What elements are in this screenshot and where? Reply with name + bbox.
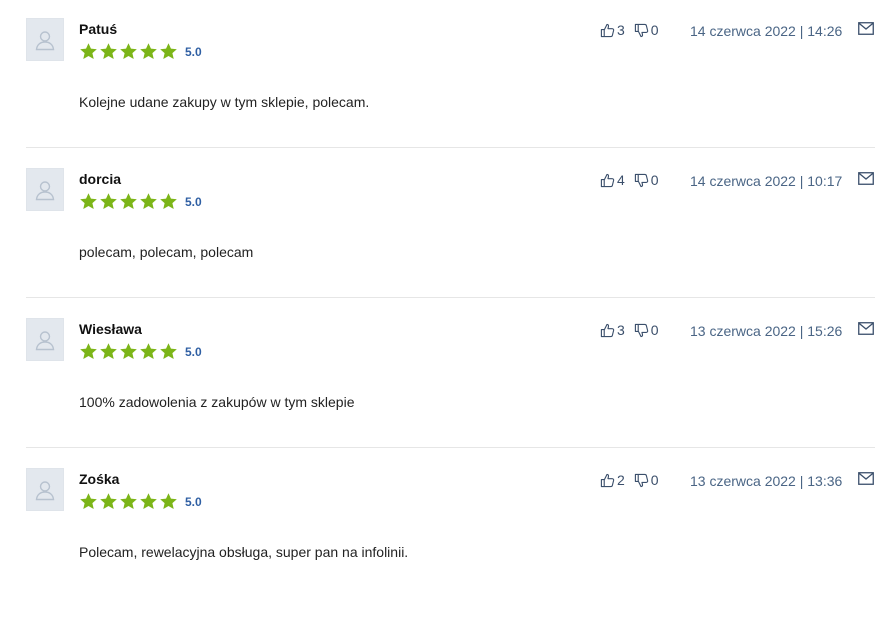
like-count: 3 — [617, 22, 625, 38]
star-icon — [160, 193, 177, 210]
divider — [26, 147, 875, 148]
star-icon — [140, 343, 157, 360]
votes: 4 0 — [600, 172, 659, 188]
thumbs-up-icon — [600, 473, 615, 487]
star-icon — [120, 193, 137, 210]
thumbs-down-icon — [634, 473, 649, 487]
mail-button[interactable] — [858, 322, 874, 335]
review-text: 100% zadowolenia z zakupów w tym sklepie — [79, 394, 355, 410]
like-count: 2 — [617, 472, 625, 488]
envelope-icon — [858, 472, 874, 485]
like-button[interactable]: 3 — [600, 22, 625, 38]
like-count: 4 — [617, 172, 625, 188]
envelope-icon — [858, 172, 874, 185]
thumbs-down-icon — [634, 173, 649, 187]
avatar — [26, 468, 64, 511]
divider — [26, 297, 875, 298]
like-button[interactable]: 3 — [600, 322, 625, 338]
review-date: 13 czerwca 2022 | 15:26 — [690, 323, 843, 339]
star-icon — [120, 43, 137, 60]
review-item: Zośka 5.0 2 0 13 czerwca 2022 | 13:36 Po… — [26, 468, 875, 618]
divider — [26, 447, 875, 448]
avatar — [26, 168, 64, 211]
review-author: Wiesława — [79, 321, 142, 337]
rating-value: 5.0 — [185, 44, 202, 59]
star-icon — [160, 493, 177, 510]
rating-stars: 5.0 — [79, 342, 202, 361]
user-silhouette-icon — [35, 480, 55, 500]
dislike-count: 0 — [650, 172, 659, 188]
star-icon — [80, 493, 97, 510]
star-icon — [140, 193, 157, 210]
review-text: polecam, polecam, polecam — [79, 244, 254, 260]
like-button[interactable]: 4 — [600, 172, 625, 188]
thumbs-up-icon — [600, 23, 615, 37]
review-author: Zośka — [79, 471, 120, 487]
review-item: Patuś 5.0 3 0 14 czerwca 2022 | 14:26 Ko… — [26, 18, 875, 168]
review-author: dorcia — [79, 171, 122, 187]
star-icon — [120, 493, 137, 510]
votes: 3 0 — [600, 22, 659, 38]
mail-button[interactable] — [858, 172, 874, 185]
rating-value: 5.0 — [185, 194, 202, 209]
envelope-icon — [858, 322, 874, 335]
envelope-icon — [858, 22, 874, 35]
dislike-count: 0 — [650, 22, 659, 38]
dislike-count: 0 — [650, 322, 659, 338]
star-icon — [80, 193, 97, 210]
review-text: Kolejne udane zakupy w tym sklepie, pole… — [79, 94, 370, 110]
mail-button[interactable] — [858, 472, 874, 485]
review-text: Polecam, rewelacyjna obsługa, super pan … — [79, 544, 409, 560]
like-count: 3 — [617, 322, 625, 338]
mail-button[interactable] — [858, 22, 874, 35]
user-silhouette-icon — [35, 330, 55, 350]
rating-value: 5.0 — [185, 344, 202, 359]
star-icon — [140, 493, 157, 510]
star-icon — [100, 343, 117, 360]
thumbs-up-icon — [600, 173, 615, 187]
thumbs-down-icon — [634, 23, 649, 37]
star-icon — [140, 43, 157, 60]
thumbs-up-icon — [600, 323, 615, 337]
avatar — [26, 318, 64, 361]
dislike-button[interactable]: 0 — [634, 172, 659, 188]
star-icon — [100, 43, 117, 60]
dislike-button[interactable]: 0 — [634, 322, 659, 338]
star-icon — [100, 193, 117, 210]
review-item: Wiesława 5.0 3 0 13 czerwca 2022 | 15:26… — [26, 318, 875, 468]
dislike-count: 0 — [650, 472, 659, 488]
votes: 2 0 — [600, 472, 659, 488]
star-icon — [100, 493, 117, 510]
dislike-button[interactable]: 0 — [634, 22, 659, 38]
rating-stars: 5.0 — [79, 42, 202, 61]
star-icon — [120, 343, 137, 360]
star-icon — [160, 43, 177, 60]
user-silhouette-icon — [35, 180, 55, 200]
thumbs-down-icon — [634, 323, 649, 337]
like-button[interactable]: 2 — [600, 472, 625, 488]
review-date: 14 czerwca 2022 | 10:17 — [690, 173, 843, 189]
avatar — [26, 18, 64, 61]
user-silhouette-icon — [35, 30, 55, 50]
review-date: 14 czerwca 2022 | 14:26 — [690, 23, 843, 39]
star-icon — [80, 43, 97, 60]
star-icon — [160, 343, 177, 360]
rating-stars: 5.0 — [79, 192, 202, 211]
votes: 3 0 — [600, 322, 659, 338]
rating-value: 5.0 — [185, 494, 202, 509]
review-date: 13 czerwca 2022 | 13:36 — [690, 473, 843, 489]
dislike-button[interactable]: 0 — [634, 472, 659, 488]
review-item: dorcia 5.0 4 0 14 czerwca 2022 | 10:17 p… — [26, 168, 875, 318]
rating-stars: 5.0 — [79, 492, 202, 511]
review-author: Patuś — [79, 21, 118, 37]
star-icon — [80, 343, 97, 360]
